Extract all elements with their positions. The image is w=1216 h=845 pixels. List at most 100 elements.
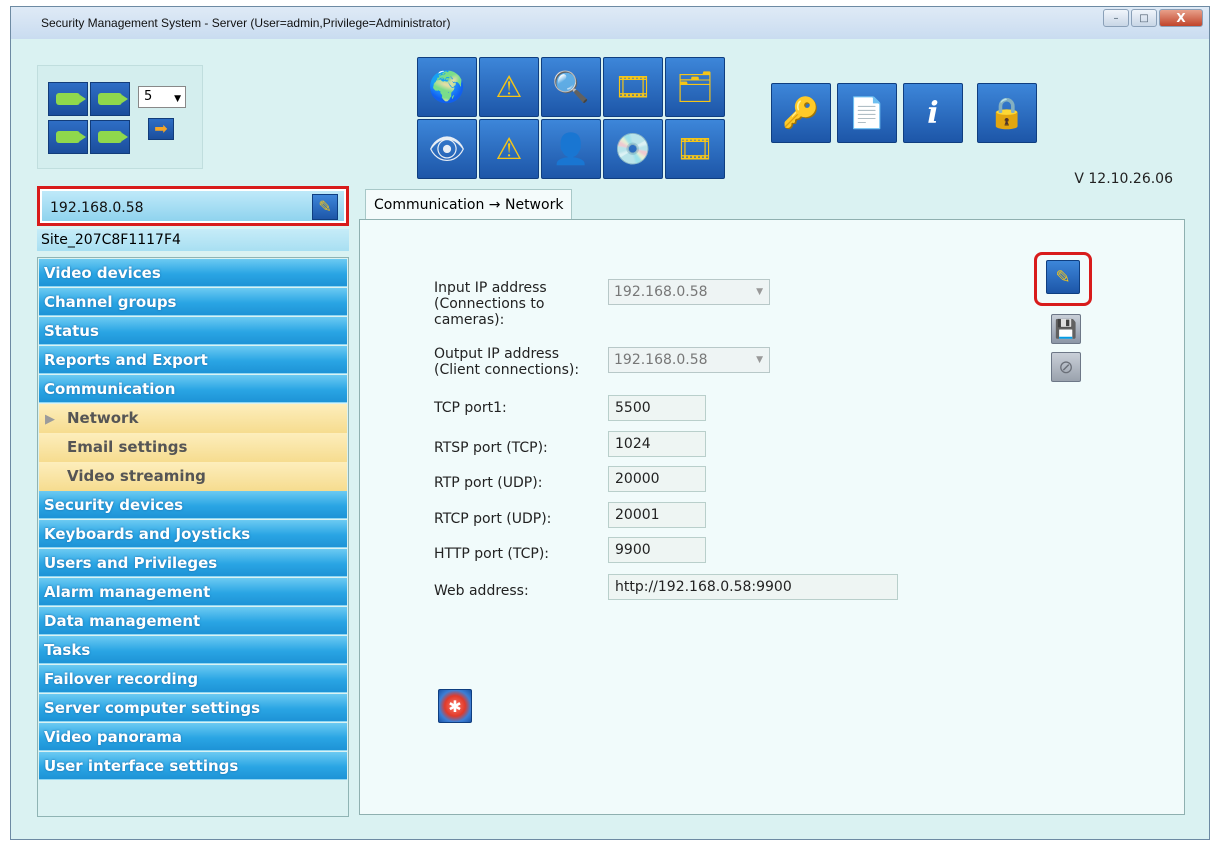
output-ip-select[interactable]: 192.168.0.58 ▼ [608, 347, 770, 373]
server-ip-box: 192.168.0.58 ✎ [37, 186, 349, 226]
save-button[interactable]: 💾 [1051, 314, 1081, 344]
nav-item-user-interface-settings[interactable]: User interface settings [39, 752, 347, 780]
nav-item-label: Alarm management [44, 583, 211, 601]
search-button[interactable]: 🔍 [541, 57, 601, 117]
nav-item-video-panorama[interactable]: Video panorama [39, 723, 347, 751]
search-icon: 🔍 [552, 69, 590, 105]
window-controls: – □ X [1103, 9, 1203, 27]
nav-item-users-and-privileges[interactable]: Users and Privileges [39, 549, 347, 577]
nav-item-network[interactable]: ▶ Network [39, 404, 347, 433]
nav-item-label: Failover recording [44, 670, 199, 688]
web-address-field[interactable]: http://192.168.0.58:9900 [608, 574, 898, 600]
nav-item-label: Status [44, 322, 99, 340]
navigation-panel: Video devices Channel groups Status Reports… [37, 257, 349, 817]
globe-icon: 🌍 [428, 69, 466, 105]
apply-layout-button[interactable]: ➡ [148, 118, 174, 140]
nav-item-label: Communication [44, 380, 176, 398]
chevron-down-icon: ▼ [756, 355, 763, 365]
server-ip-text: 192.168.0.58 [50, 200, 144, 216]
nav-item-server-computer-settings[interactable]: Server computer settings [39, 694, 347, 722]
user-button[interactable]: 👤 [541, 119, 601, 179]
server-ip-field[interactable]: 192.168.0.58 ✎ [42, 191, 344, 221]
cancel-button[interactable]: ⊘ [1051, 352, 1081, 382]
disc-button[interactable]: 💿 [603, 119, 663, 179]
camera-view-3-button[interactable] [48, 120, 88, 154]
nav-item-label: Server computer settings [44, 699, 261, 717]
document-help-icon: 📄 [848, 95, 886, 131]
tcp-port1-field[interactable]: 5500 [608, 395, 706, 421]
camera-view-2-button[interactable] [90, 82, 130, 116]
maximize-button[interactable]: □ [1131, 9, 1157, 27]
window-title: Security Management System - Server (Use… [41, 16, 451, 30]
warning-button[interactable]: ⚠ [479, 57, 539, 117]
pencil-icon: ✎ [318, 197, 332, 216]
nav-item-alarm-management[interactable]: Alarm management [39, 578, 347, 606]
camera-icon [56, 93, 86, 105]
info-icon: i [927, 95, 939, 131]
nav-item-video-streaming[interactable]: Video streaming [39, 462, 347, 491]
input-ip-label-3: cameras): [434, 312, 505, 328]
input-ip-label-2: (Connections to [434, 296, 545, 312]
video-star-icon: 🎞 [613, 69, 653, 105]
site-name: Site_207C8F1117F4 [37, 229, 349, 251]
nav-item-channel-groups[interactable]: Channel groups [39, 288, 347, 316]
nav-item-keyboards-and-joysticks[interactable]: Keyboards and Joysticks [39, 520, 347, 548]
minimize-button[interactable]: – [1103, 9, 1129, 27]
rtp-port-field[interactable]: 20000 [608, 466, 706, 492]
nav-item-security-devices[interactable]: Security devices [39, 491, 347, 519]
rtcp-port-field[interactable]: 20001 [608, 502, 706, 528]
http-port-field[interactable]: 9900 [608, 537, 706, 563]
output-ip-label-1: Output IP address [434, 346, 560, 362]
key-button[interactable]: 🔑 [771, 83, 831, 143]
video-export-button[interactable]: 🎞 [665, 119, 725, 179]
rtp-port-label: RTP port (UDP): [434, 475, 543, 491]
lock-icon: 🔒 [988, 95, 1026, 131]
reset-icon: ✱ [448, 696, 462, 716]
tab-communication-network[interactable]: Communication → Network [365, 189, 573, 219]
camera-layout-panel: 5 ▼ ➡ [37, 65, 203, 169]
lock-button[interactable]: 🔒 [977, 83, 1037, 143]
nav-item-communication[interactable]: Communication [39, 375, 347, 403]
info-button[interactable]: i [903, 83, 963, 143]
edit-button[interactable]: ✎ [1046, 260, 1080, 294]
app-window: Security Management System - Server (Use… [10, 6, 1210, 840]
nav-item-reports-and-export[interactable]: Reports and Export [39, 346, 347, 374]
rtcp-port-label: RTCP port (UDP): [434, 511, 552, 527]
layout-count-select[interactable]: 5 ▼ [138, 86, 186, 108]
video-star-button[interactable]: 🎞 [603, 57, 663, 117]
nav-item-video-devices[interactable]: Video devices [39, 259, 347, 287]
nav-item-label: Data management [44, 612, 201, 630]
input-ip-label-1: Input IP address [434, 280, 547, 296]
camera-view-1-button[interactable] [48, 82, 88, 116]
nav-item-label: Users and Privileges [44, 554, 218, 572]
nav-item-label: Channel groups [44, 293, 177, 311]
close-button[interactable]: X [1159, 9, 1203, 27]
globe-button[interactable]: 🌍 [417, 57, 477, 117]
nav-item-data-management[interactable]: Data management [39, 607, 347, 635]
chevron-down-icon: ▼ [756, 287, 763, 297]
nav-item-label: Network [67, 409, 139, 427]
user-icon: 👤 [552, 131, 590, 167]
chevron-down-icon: ▼ [174, 94, 181, 104]
eye-icon: 👁 [427, 131, 467, 167]
web-address-label: Web address: [434, 583, 529, 599]
pencil-icon: ✎ [1055, 266, 1071, 288]
folders-button[interactable]: 🗂 [665, 57, 725, 117]
nav-item-tasks[interactable]: Tasks [39, 636, 347, 664]
network-settings-panel: Input IP address (Connections to cameras… [359, 219, 1185, 815]
rtsp-port-field[interactable]: 1024 [608, 431, 706, 457]
nav-item-failover-recording[interactable]: Failover recording [39, 665, 347, 693]
reset-button[interactable]: ✱ [438, 689, 472, 723]
output-ip-label-2: (Client connections): [434, 362, 580, 378]
document-help-button[interactable]: 📄 [837, 83, 897, 143]
input-ip-select[interactable]: 192.168.0.58 ▼ [608, 279, 770, 305]
nav-item-email-settings[interactable]: Email settings [39, 433, 347, 462]
nav-item-label: Email settings [67, 438, 188, 456]
camera-view-4-button[interactable] [90, 120, 130, 154]
alarm-warning-button[interactable]: ⚠ [479, 119, 539, 179]
edit-server-button[interactable]: ✎ [312, 194, 338, 220]
nav-item-status[interactable]: Status [39, 317, 347, 345]
nav-item-label: Reports and Export [44, 351, 208, 369]
eye-button[interactable]: 👁 [417, 119, 477, 179]
arrow-right-icon: ➡ [154, 119, 168, 138]
